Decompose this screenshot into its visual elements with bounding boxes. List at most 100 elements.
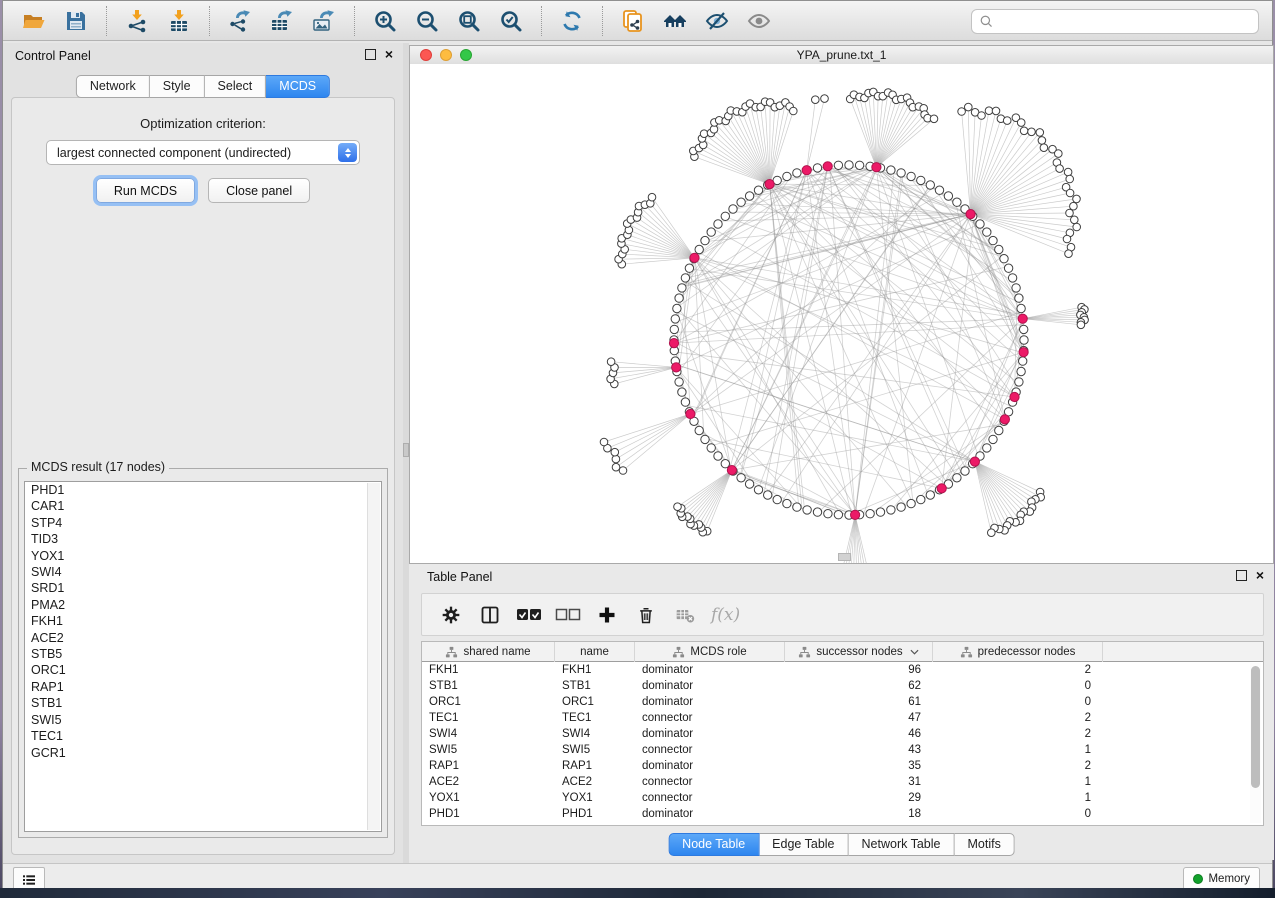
network-canvas[interactable]: [410, 64, 1273, 563]
zoom-in-button[interactable]: [369, 5, 401, 37]
open-file-button[interactable]: [18, 5, 50, 37]
shared-column-icon: [798, 646, 811, 659]
tab-node-table[interactable]: Node Table: [668, 833, 759, 856]
zoom-selected-button[interactable]: [495, 5, 527, 37]
list-item[interactable]: FKH1: [25, 613, 381, 629]
function-builder-button[interactable]: f(x): [709, 600, 740, 630]
close-table-panel-icon[interactable]: ×: [1256, 569, 1264, 581]
list-item[interactable]: SWI5: [25, 712, 381, 728]
cell-shared-name: ORC1: [422, 696, 555, 708]
list-item[interactable]: YOX1: [25, 548, 381, 564]
tab-mcds[interactable]: MCDS: [266, 75, 330, 98]
save-session-button[interactable]: [60, 5, 92, 37]
list-item[interactable]: RAP1: [25, 679, 381, 695]
table-scrollbar[interactable]: [1250, 663, 1261, 823]
first-neighbors-icon: [663, 9, 687, 33]
table-row[interactable]: SWI5SWI5connector431: [422, 742, 1263, 758]
export-table-icon: [270, 9, 294, 33]
table-row[interactable]: PHD1PHD1dominator180: [422, 806, 1263, 822]
table-row[interactable]: SWI4SWI4dominator462: [422, 726, 1263, 742]
list-item[interactable]: ORC1: [25, 662, 381, 678]
export-network-icon: [228, 9, 252, 33]
cell-successor-nodes: 18: [785, 808, 933, 820]
tab-edge-table[interactable]: Edge Table: [759, 833, 848, 856]
list-item[interactable]: TID3: [25, 531, 381, 547]
tab-style[interactable]: Style: [150, 75, 205, 98]
list-item[interactable]: TEC1: [25, 728, 381, 744]
cell-name: TEC1: [555, 712, 635, 724]
list-item[interactable]: SWI4: [25, 564, 381, 580]
list-item[interactable]: STB1: [25, 695, 381, 711]
list-item[interactable]: ACE2: [25, 630, 381, 646]
table-scrollbar-thumb[interactable]: [1251, 666, 1260, 788]
table-row[interactable]: RAP1RAP1dominator352: [422, 758, 1263, 774]
search-input[interactable]: [998, 11, 1258, 33]
tab-select[interactable]: Select: [205, 75, 267, 98]
open-file-icon: [22, 9, 46, 33]
column-header-filler: [1103, 642, 1263, 662]
refresh-network-button[interactable]: [556, 5, 588, 37]
import-table-button[interactable]: [163, 5, 195, 37]
column-header-shared-name[interactable]: shared name: [422, 642, 555, 662]
column-header-name[interactable]: name: [555, 642, 635, 662]
delete-row-button[interactable]: [631, 600, 661, 630]
tab-network-table[interactable]: Network Table: [849, 833, 955, 856]
close-panel-button[interactable]: Close panel: [208, 178, 310, 203]
column-header-successor-nodes[interactable]: successor nodes: [785, 642, 933, 662]
list-item[interactable]: SRD1: [25, 580, 381, 596]
cell-predecessor-nodes: 0: [933, 808, 1103, 820]
search-box[interactable]: [971, 9, 1259, 34]
delete-table-button[interactable]: [670, 600, 700, 630]
float-panel-icon[interactable]: [365, 49, 376, 60]
export-network-button[interactable]: [224, 5, 256, 37]
hide-selected-button[interactable]: [701, 5, 733, 37]
tab-network[interactable]: Network: [76, 75, 150, 98]
table-row[interactable]: ACE2ACE2connector311: [422, 774, 1263, 790]
run-mcds-button[interactable]: Run MCDS: [96, 178, 195, 203]
refresh-network-icon: [560, 9, 584, 33]
show-all-button[interactable]: [743, 5, 775, 37]
list-item[interactable]: PHD1: [25, 482, 381, 498]
export-image-icon: [312, 9, 336, 33]
criterion-dropdown[interactable]: largest connected component (undirected): [46, 140, 360, 165]
close-panel-icon[interactable]: ×: [385, 48, 393, 60]
list-item[interactable]: STP4: [25, 515, 381, 531]
column-header-mcds-role[interactable]: MCDS role: [635, 642, 785, 662]
horizontal-splitter-grip[interactable]: [838, 553, 851, 561]
clone-network-icon: [621, 9, 645, 33]
zoom-out-button[interactable]: [411, 5, 443, 37]
zoom-fit-button[interactable]: [453, 5, 485, 37]
list-item[interactable]: STB5: [25, 646, 381, 662]
cell-mcds-role: dominator: [635, 664, 785, 676]
column-header-predecessor-nodes[interactable]: predecessor nodes: [933, 642, 1103, 662]
cell-mcds-role: connector: [635, 776, 785, 788]
export-image-button[interactable]: [308, 5, 340, 37]
show-columns-button[interactable]: [475, 600, 505, 630]
deselect-all-button[interactable]: [553, 600, 583, 630]
list-item[interactable]: PMA2: [25, 597, 381, 613]
float-table-panel-icon[interactable]: [1236, 570, 1247, 581]
export-table-button[interactable]: [266, 5, 298, 37]
first-neighbors-button[interactable]: [659, 5, 691, 37]
table-row[interactable]: YOX1YOX1connector291: [422, 790, 1263, 806]
table-row[interactable]: STB1STB1dominator620: [422, 678, 1263, 694]
settings-gear-button[interactable]: [436, 600, 466, 630]
cell-name: SWI5: [555, 744, 635, 756]
hide-selected-icon: [705, 9, 729, 33]
import-network-icon: [125, 9, 149, 33]
list-item[interactable]: CAR1: [25, 498, 381, 514]
table-row[interactable]: TEC1TEC1connector472: [422, 710, 1263, 726]
table-row[interactable]: FKH1FKH1dominator962: [422, 662, 1263, 678]
memory-button[interactable]: Memory: [1183, 867, 1260, 890]
list-item[interactable]: GCR1: [25, 745, 381, 761]
tab-motifs[interactable]: Motifs: [954, 833, 1014, 856]
select-all-icon: [516, 605, 542, 625]
import-network-button[interactable]: [121, 5, 153, 37]
select-all-button[interactable]: [514, 600, 544, 630]
clone-network-button[interactable]: [617, 5, 649, 37]
add-row-button[interactable]: [592, 600, 622, 630]
table-row[interactable]: ORC1ORC1dominator610: [422, 694, 1263, 710]
result-list-scrollbar[interactable]: [367, 483, 380, 830]
cell-mcds-role: dominator: [635, 760, 785, 772]
cell-shared-name: STB1: [422, 680, 555, 692]
